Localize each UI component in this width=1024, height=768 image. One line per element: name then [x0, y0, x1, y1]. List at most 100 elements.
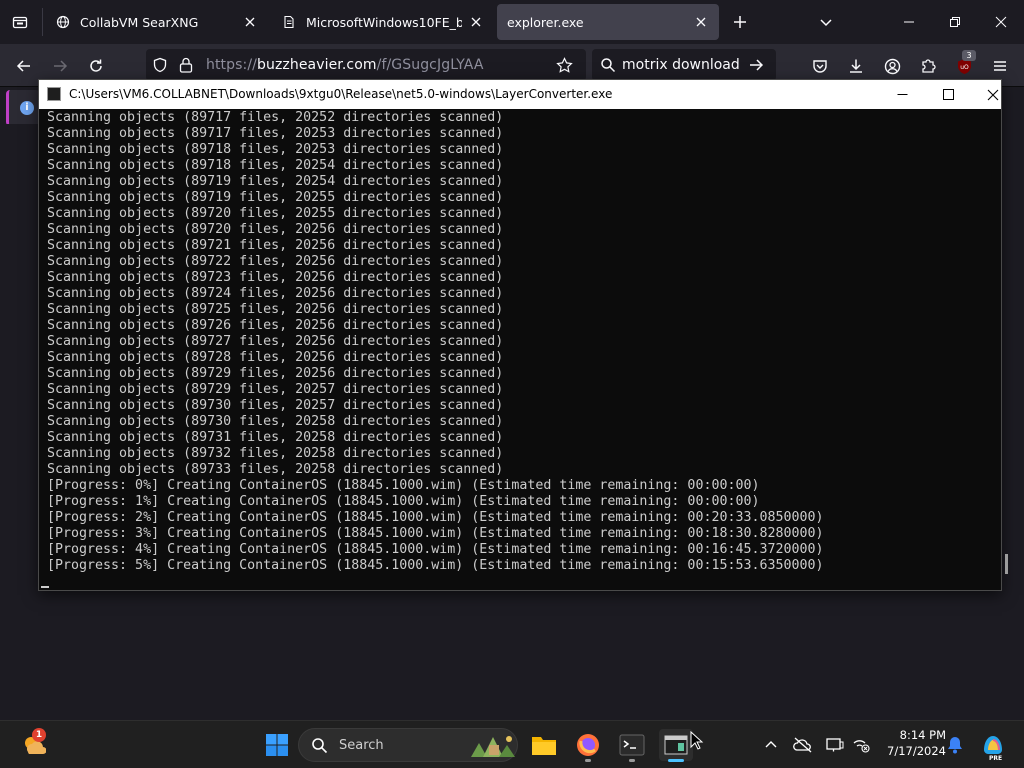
firefox-running-indicator: [585, 759, 591, 762]
restore-icon: [950, 17, 960, 27]
reload-icon: [90, 59, 102, 72]
tab-label: MicrosoftWindows10FE_buildc: [306, 14, 462, 30]
console-app-icon: [47, 87, 61, 101]
new-tab-button[interactable]: [728, 10, 752, 34]
maximize-icon: [942, 89, 954, 100]
arrow-right-icon: [54, 60, 68, 72]
console-maximize-button[interactable]: [925, 80, 971, 109]
plus-icon: [734, 16, 746, 28]
display-icon: [826, 738, 844, 752]
chevron-up-icon: [765, 741, 777, 748]
close-window-button[interactable]: [978, 0, 1024, 44]
close-icon: [995, 16, 1007, 28]
tracking-protection-shield-icon[interactable]: [152, 57, 168, 73]
console-minimize-button[interactable]: [879, 80, 925, 109]
url-text: https://buzzheavier.com/f/GSugcJgLYAA: [206, 57, 484, 73]
close-icon[interactable]: [693, 14, 709, 30]
clock-time: 8:14 PM: [899, 728, 946, 742]
downloads-button[interactable]: [842, 52, 870, 80]
forward-button[interactable]: [46, 52, 74, 80]
console-title-bar[interactable]: C:\Users\VM6.COLLABNET\Downloads\9xtgu0\…: [39, 80, 1001, 109]
console-line: Scanning objects (89730 files, 20257 dir…: [47, 398, 504, 413]
cloud-off-icon: [793, 737, 812, 753]
reload-button[interactable]: [82, 52, 110, 80]
search-bar[interactable]: motrix download: [592, 49, 776, 81]
tab-collabvm-searxng[interactable]: CollabVM SearXNG: [46, 4, 268, 40]
tab-explorer-exe[interactable]: explorer.exe: [497, 4, 719, 40]
console-line: Scanning objects (89723 files, 20256 dir…: [47, 270, 504, 285]
search-highlight-illustration-icon: [471, 736, 515, 757]
taskbar-clock[interactable]: 8:14 PM 7/17/2024: [870, 727, 946, 759]
clock-date: 7/17/2024: [887, 744, 946, 758]
close-icon[interactable]: [242, 14, 258, 30]
copilot-pre-label: PRE: [989, 755, 1003, 762]
restore-button[interactable]: [932, 0, 978, 44]
bookmark-star-icon[interactable]: [556, 57, 573, 74]
console-line: Scanning objects (89733 files, 20258 dir…: [47, 462, 504, 477]
console-window-icon: [664, 735, 688, 755]
minimize-icon: [904, 21, 914, 23]
url-bar[interactable]: https://buzzheavier.com/f/GSugcJgLYAA: [146, 49, 586, 81]
taskbar-console-app[interactable]: [659, 729, 693, 761]
console-cursor: [41, 586, 49, 588]
close-icon[interactable]: [468, 14, 484, 30]
console-close-button[interactable]: [970, 80, 1016, 109]
pocket-button[interactable]: [806, 52, 834, 80]
console-line: Scanning objects (89718 files, 20254 dir…: [47, 158, 504, 173]
console-line: Scanning objects (89719 files, 20255 dir…: [47, 190, 504, 205]
start-button[interactable]: [260, 729, 294, 761]
network-disconnected-icon: [853, 740, 870, 753]
firefox-view-button[interactable]: [6, 8, 34, 36]
console-line: Scanning objects (89718 files, 20253 dir…: [47, 142, 504, 157]
list-all-tabs-button[interactable]: [814, 10, 838, 34]
go-arrow-icon[interactable]: [748, 57, 764, 73]
back-button[interactable]: [10, 52, 38, 80]
puzzle-icon: [922, 59, 936, 73]
search-input-value: motrix download: [622, 57, 740, 73]
taskbar-firefox[interactable]: [571, 729, 605, 761]
console-line: Scanning objects (89725 files, 20256 dir…: [47, 302, 504, 317]
search-icon: [601, 58, 616, 73]
mouse-cursor-icon: [690, 731, 704, 750]
taskbar-file-explorer[interactable]: [527, 729, 561, 761]
console-line: Scanning objects (89732 files, 20258 dir…: [47, 446, 504, 461]
tab-microsoftwindows10fe[interactable]: MicrosoftWindows10FE_buildc: [272, 4, 494, 40]
console-scrollbar-thumb[interactable]: [1005, 554, 1008, 574]
taskbar-terminal[interactable]: [615, 729, 649, 761]
extensions-button[interactable]: [914, 52, 942, 80]
console-line: Scanning objects (89720 files, 20255 dir…: [47, 206, 504, 221]
app-menu-button[interactable]: [986, 52, 1014, 80]
firefox-icon: [577, 734, 599, 756]
terminal-icon: [619, 734, 645, 756]
console-line: Scanning objects (89717 files, 20252 dir…: [47, 110, 504, 125]
console-line: Scanning objects (89729 files, 20257 dir…: [47, 382, 504, 397]
console-line: Scanning objects (89727 files, 20256 dir…: [47, 334, 504, 349]
minimize-icon: [897, 94, 907, 95]
display-button[interactable]: [820, 729, 850, 761]
arrow-left-icon: [16, 60, 30, 72]
account-button[interactable]: [878, 52, 906, 80]
minimize-button[interactable]: [886, 0, 932, 44]
tab-label: CollabVM SearXNG: [80, 14, 199, 30]
terminal-running-indicator: [629, 759, 635, 762]
tab-separator: [42, 8, 43, 36]
console-line: Scanning objects (89726 files, 20256 dir…: [47, 318, 504, 333]
pocket-icon: [813, 60, 827, 73]
account-icon: [884, 58, 900, 74]
bell-icon: [948, 737, 962, 754]
show-hidden-icons-button[interactable]: [756, 729, 786, 761]
console-line: Scanning objects (89729 files, 20256 dir…: [47, 366, 504, 381]
console-line: Scanning objects (89721 files, 20256 dir…: [47, 238, 504, 253]
svg-text:uO: uO: [960, 64, 969, 71]
document-icon: [284, 15, 294, 29]
taskbar-search-box[interactable]: Search: [298, 728, 518, 762]
lock-icon[interactable]: [178, 56, 194, 74]
onedrive-offline-button[interactable]: [788, 729, 818, 761]
console-title: C:\Users\VM6.COLLABNET\Downloads\9xtgu0\…: [69, 87, 613, 101]
console-output[interactable]: Scanning objects (89717 files, 20252 dir…: [47, 110, 997, 586]
chevron-down-icon: [820, 19, 832, 27]
search-icon: [312, 738, 328, 754]
globe-icon: [56, 15, 70, 29]
console-line: Scanning objects (89724 files, 20256 dir…: [47, 286, 504, 301]
close-icon: [987, 89, 999, 100]
